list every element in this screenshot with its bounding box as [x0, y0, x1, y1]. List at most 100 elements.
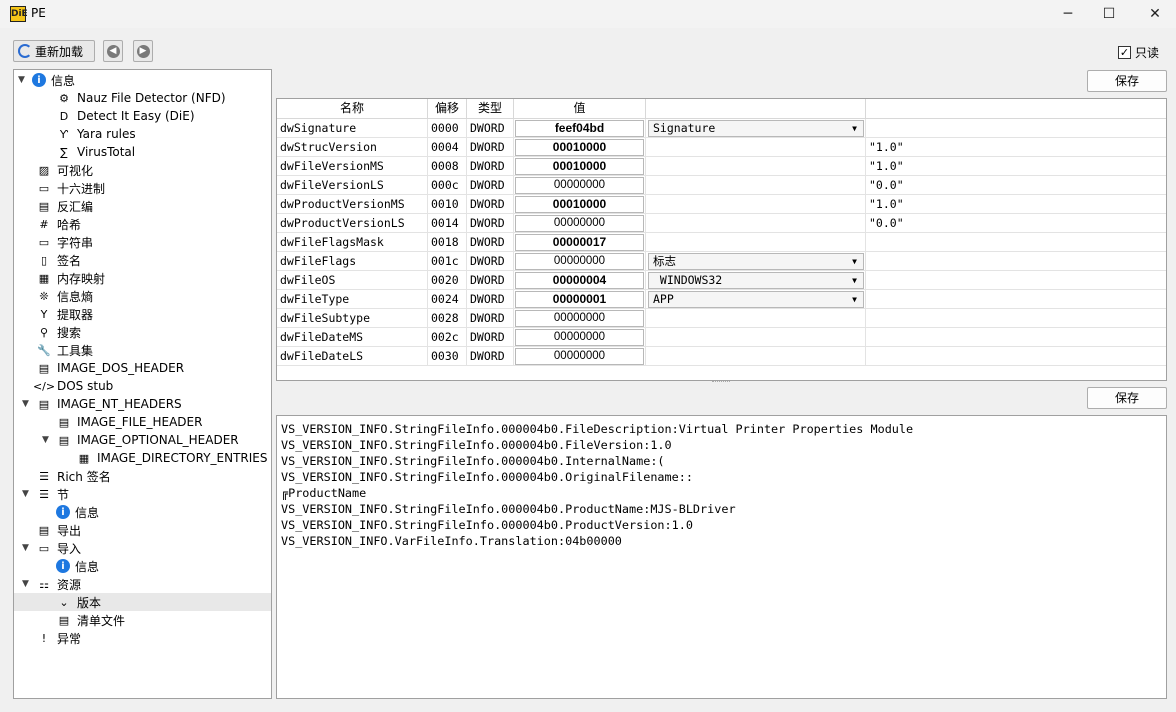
back-button[interactable]: ◀ — [103, 40, 123, 62]
tree-item[interactable]: ▤ IMAGE_DOS_HEADER — [14, 359, 271, 377]
tree-item[interactable]: i 信息 — [14, 503, 271, 521]
table-row[interactable]: dwSignature 0000 DWORD feef04bd Signature ▼ — [277, 119, 1166, 138]
tree-item[interactable]: ▼ i 信息 — [14, 71, 271, 89]
value-input[interactable]: 00000000 — [515, 253, 644, 270]
type-cell: DWORD — [467, 328, 514, 347]
column-header-offset[interactable]: 偏移 — [428, 99, 467, 119]
value-input[interactable]: 00000000 — [515, 329, 644, 346]
tree-item[interactable]: ▨ 可视化 — [14, 161, 271, 179]
value-input[interactable]: feef04bd — [515, 120, 644, 137]
tree-item[interactable]: ⚙ Nauz File Detector (NFD) — [14, 89, 271, 107]
close-button[interactable]: ✕ — [1132, 0, 1176, 28]
table-row[interactable]: dwFileDateLS 0030 DWORD 00000000 — [277, 347, 1166, 366]
tree-item[interactable]: ▯ 签名 — [14, 251, 271, 269]
table-row[interactable]: dwFileType 0024 DWORD 00000001 APP ▼ — [277, 290, 1166, 309]
value-input[interactable]: 00010000 — [515, 139, 644, 156]
reload-button[interactable]: 重新加载 — [13, 40, 95, 62]
offset-cell: 0020 — [428, 271, 467, 290]
tree-item-label: Yara rules — [77, 127, 136, 141]
column-header-name[interactable]: 名称 — [277, 99, 428, 119]
maximize-button[interactable]: ☐ — [1086, 0, 1132, 28]
table-row[interactable]: dwFileSubtype 0028 DWORD 00000000 — [277, 309, 1166, 328]
column-header-value[interactable]: 值 — [514, 99, 646, 119]
expand-arrow-icon[interactable]: ▼ — [18, 75, 28, 85]
expand-arrow-icon[interactable]: ▼ — [22, 543, 32, 553]
tree-item[interactable]: ☰ Rich 签名 — [14, 467, 271, 485]
splitter-handle[interactable] — [712, 381, 730, 384]
tree-item[interactable]: ▦ 内存映射 — [14, 269, 271, 287]
tree-item[interactable]: ▼ ▤ IMAGE_OPTIONAL_HEADER — [14, 431, 271, 449]
column-header-type[interactable]: 类型 — [467, 99, 514, 119]
table-row[interactable]: dwFileDateMS 002c DWORD 00000000 — [277, 328, 1166, 347]
tree-item[interactable]: # 哈希 — [14, 215, 271, 233]
value-input[interactable]: 00000000 — [515, 215, 644, 232]
table-row[interactable]: dwFileVersionMS 0008 DWORD 00010000 "1.0" — [277, 157, 1166, 176]
tree-item[interactable]: ▤ 反汇编 — [14, 197, 271, 215]
readonly-toggle[interactable]: ✓ 只读 — [1118, 44, 1159, 61]
value-input[interactable]: 00000000 — [515, 310, 644, 327]
minimize-button[interactable]: ─ — [1045, 0, 1091, 28]
field-name-cell: dwSignature — [277, 119, 428, 138]
table-row[interactable]: dwProductVersionLS 0014 DWORD 00000000 "0.0" — [277, 214, 1166, 233]
version-info-text[interactable]: VS_VERSION_INFO.StringFileInfo.000004b0.… — [276, 415, 1167, 699]
tree-item[interactable]: ▼ ☰ 节 — [14, 485, 271, 503]
tree-item[interactable]: </> DOS stub — [14, 377, 271, 395]
offset-cell: 0004 — [428, 138, 467, 157]
tree-item[interactable]: ∑ VirusTotal — [14, 143, 271, 161]
version-fields-table[interactable]: 名称 偏移 类型 值 dwSignature 0000 DWORD feef04bd S… — [276, 98, 1167, 381]
field-select[interactable]: 标志 ▼ — [648, 253, 864, 270]
tree-item[interactable]: Ƴ Yara rules — [14, 125, 271, 143]
tree-item[interactable]: ▭ 字符串 — [14, 233, 271, 251]
tree-item[interactable]: ▼ ▭ 导入 — [14, 539, 271, 557]
value-input[interactable]: 00000004 — [515, 272, 644, 289]
tree-item[interactable]: ▼ ⚏ 资源 — [14, 575, 271, 593]
tree-item-label: 信息 — [51, 73, 76, 88]
navigation-tree[interactable]: ▼ i 信息 ⚙ Nauz File Detector (NFD) D Detect It … — [13, 69, 272, 699]
field-select[interactable]: Signature ▼ — [648, 120, 864, 137]
forward-button[interactable]: ▶ — [133, 40, 153, 62]
value-input[interactable]: 00000017 — [515, 234, 644, 251]
expand-arrow-icon[interactable]: ▼ — [22, 489, 32, 499]
table-row[interactable]: dwFileVersionLS 000c DWORD 00000000 "0.0" — [277, 176, 1166, 195]
expand-arrow-icon[interactable]: ▼ — [22, 399, 32, 409]
expand-arrow-icon[interactable]: ▼ — [42, 435, 52, 445]
tree-item[interactable]: ▤ 清单文件 — [14, 611, 271, 629]
tree-item[interactable]: ⌄ 版本 — [14, 593, 271, 611]
tree-item[interactable]: ▼ ▤ IMAGE_NT_HEADERS — [14, 395, 271, 413]
value-input[interactable]: 00000000 — [515, 348, 644, 365]
readonly-checkbox[interactable]: ✓ — [1118, 46, 1131, 59]
expand-arrow-icon[interactable]: ▼ — [22, 579, 32, 589]
tree-item[interactable]: ▭ 十六进制 — [14, 179, 271, 197]
import-icon: ▭ — [38, 541, 50, 555]
tree-item[interactable]: 🔧 工具集 — [14, 341, 271, 359]
save-button-bottom[interactable]: 保存 — [1087, 387, 1167, 409]
tree-item[interactable]: ▤ IMAGE_FILE_HEADER — [14, 413, 271, 431]
field-select[interactable]: WINDOWS32 ▼ — [648, 272, 864, 289]
tree-item[interactable]: ! 异常 — [14, 629, 271, 647]
tree-item[interactable]: ❊ 信息熵 — [14, 287, 271, 305]
offset-cell: 0024 — [428, 290, 467, 309]
value-input[interactable]: 00010000 — [515, 196, 644, 213]
column-header-extra[interactable] — [866, 99, 1166, 119]
tree-item[interactable]: ▦ IMAGE_DIRECTORY_ENTRIES — [14, 449, 271, 467]
value-input[interactable]: 00010000 — [515, 158, 644, 175]
table-row[interactable]: dwFileFlags 001c DWORD 00000000 标志 ▼ — [277, 252, 1166, 271]
table-row[interactable]: dwStrucVersion 0004 DWORD 00010000 "1.0" — [277, 138, 1166, 157]
table-row[interactable]: dwProductVersionMS 0010 DWORD 00010000 "1.0" — [277, 195, 1166, 214]
table-row[interactable]: dwFileOS 0020 DWORD 00000004 WINDOWS32 ▼ — [277, 271, 1166, 290]
tree-item[interactable]: D Detect It Easy (DiE) — [14, 107, 271, 125]
tree-item[interactable]: Y 提取器 — [14, 305, 271, 323]
column-header-info[interactable] — [646, 99, 866, 119]
field-name-cell: dwFileVersionLS — [277, 176, 428, 195]
value-input[interactable]: 00000000 — [515, 177, 644, 194]
disasm-icon: ▤ — [38, 199, 50, 213]
save-button-top[interactable]: 保存 — [1087, 70, 1167, 92]
tree-item[interactable]: ▤ 导出 — [14, 521, 271, 539]
field-select[interactable]: APP ▼ — [648, 291, 864, 308]
info-cell — [646, 195, 866, 214]
tree-item[interactable]: ⚲ 搜索 — [14, 323, 271, 341]
value-input[interactable]: 00000001 — [515, 291, 644, 308]
table-row[interactable]: dwFileFlagsMask 0018 DWORD 00000017 — [277, 233, 1166, 252]
image-icon: ▨ — [38, 163, 50, 177]
tree-item[interactable]: i 信息 — [14, 557, 271, 575]
